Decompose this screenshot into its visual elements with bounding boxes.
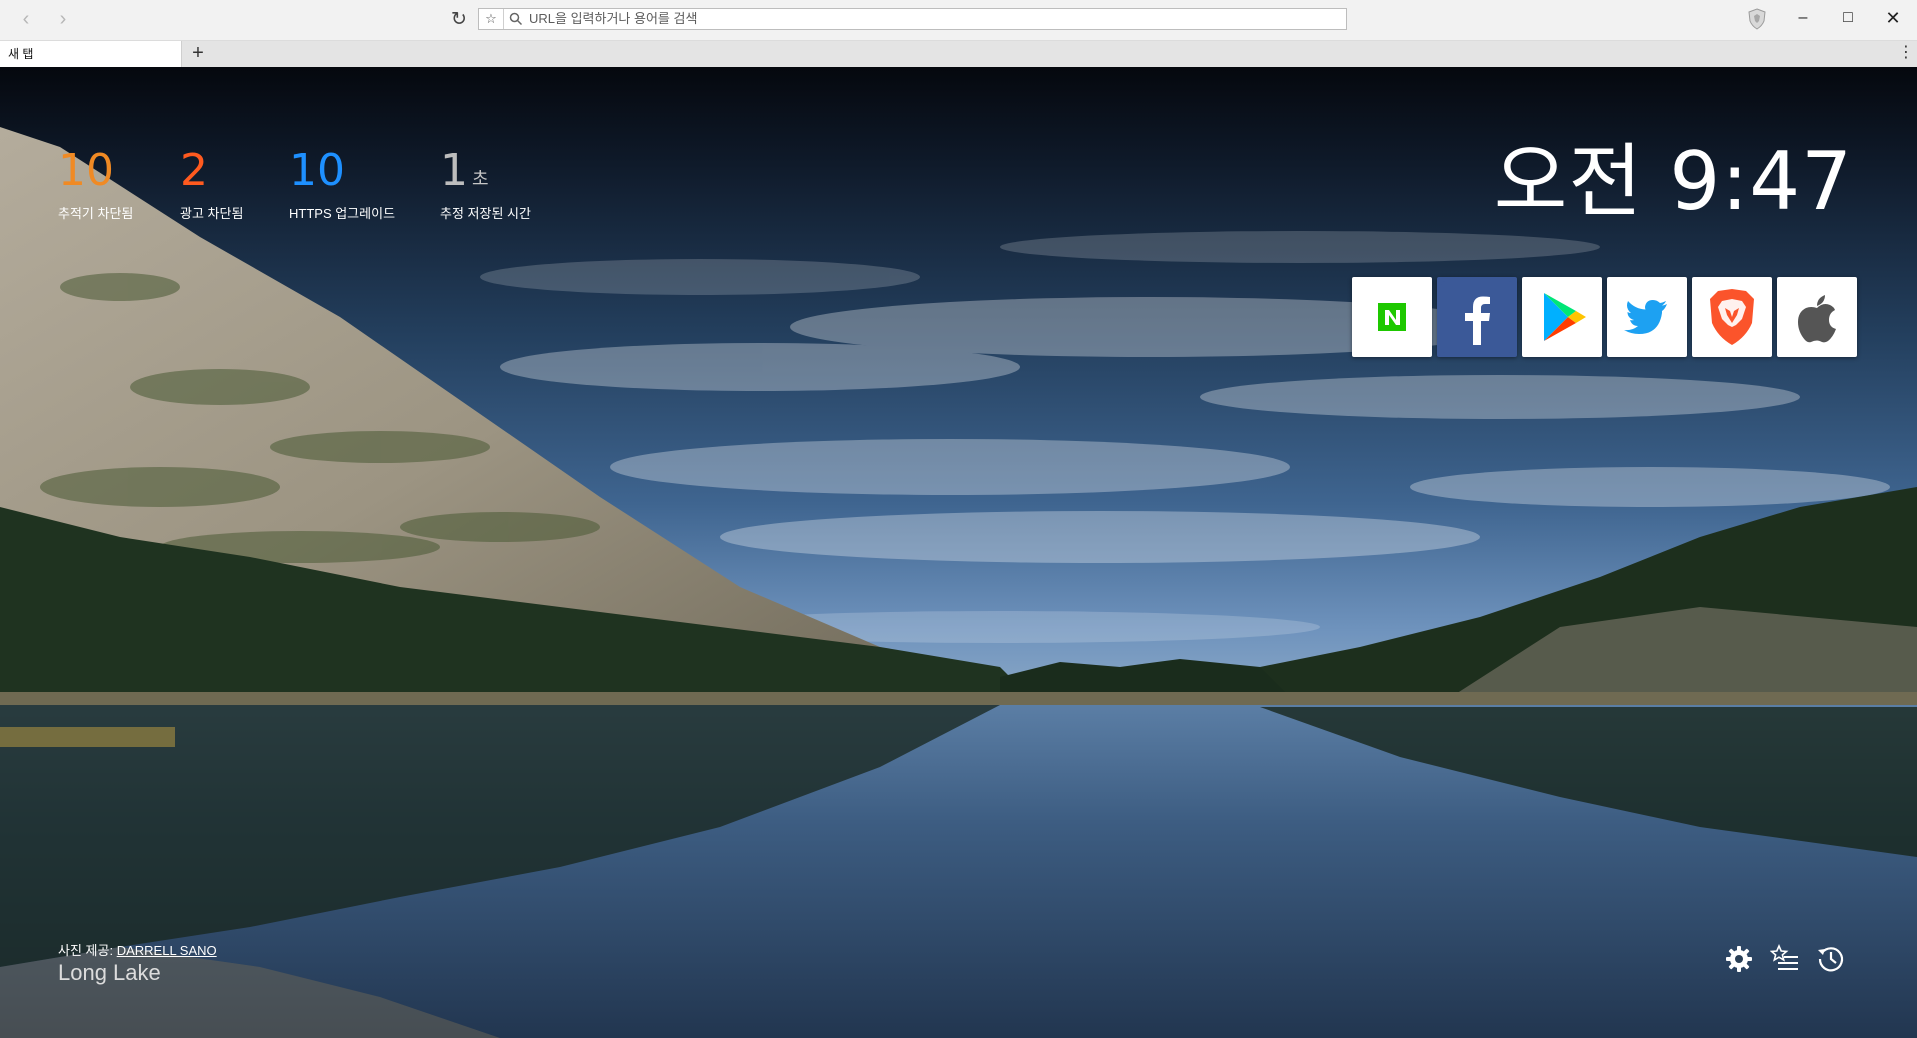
stat-https-upgrades: 10 HTTPS 업그레이드 bbox=[289, 149, 395, 222]
photo-location: Long Lake bbox=[58, 960, 161, 985]
maximize-icon[interactable]: □ bbox=[1833, 6, 1863, 30]
tab-strip: 새 탭 + ⋮ bbox=[0, 41, 1917, 68]
photo-credit-prefix: 사진 제공: bbox=[58, 943, 114, 958]
top-site-naver[interactable] bbox=[1352, 277, 1432, 357]
stat-value: 10 bbox=[58, 145, 114, 196]
apple-icon bbox=[1798, 295, 1836, 343]
search-icon bbox=[509, 12, 523, 26]
top-site-brave[interactable] bbox=[1692, 277, 1772, 357]
forward-icon[interactable]: › bbox=[52, 9, 74, 31]
back-icon[interactable]: ‹ bbox=[15, 9, 37, 31]
close-icon[interactable]: ✕ bbox=[1878, 6, 1908, 30]
stat-unit: 초 bbox=[472, 169, 489, 189]
photographer-link[interactable]: DARRELL SANO bbox=[117, 943, 217, 958]
bookmarks-icon[interactable] bbox=[1770, 944, 1800, 974]
star-icon[interactable]: ☆ bbox=[479, 9, 504, 29]
settings-gear-icon[interactable] bbox=[1724, 944, 1754, 974]
browser-toolbar: ‹ › ↻ ☆ URL을 입력하거나 용어를 검색 – □ ✕ bbox=[0, 0, 1917, 41]
address-bar[interactable]: ☆ URL을 입력하거나 용어를 검색 bbox=[478, 8, 1347, 30]
stat-trackers-blocked: 10 추적기 차단됨 bbox=[58, 149, 133, 222]
stat-value: 10 bbox=[289, 145, 345, 196]
stat-time-saved: 1초 추정 저장된 시간 bbox=[440, 149, 531, 222]
stat-label: 추정 저장된 시간 bbox=[440, 206, 531, 221]
brave-shield-icon[interactable] bbox=[1747, 8, 1767, 30]
clock: 오전 9:47 bbox=[1493, 135, 1853, 228]
tab-new-tab[interactable]: 새 탭 bbox=[0, 41, 182, 67]
google-play-icon bbox=[1544, 293, 1586, 341]
naver-icon bbox=[1378, 303, 1406, 331]
stat-label: 광고 차단됨 bbox=[180, 206, 244, 221]
twitter-icon bbox=[1624, 300, 1667, 334]
stat-label: HTTPS 업그레이드 bbox=[289, 206, 396, 221]
new-tab-page: 10 추적기 차단됨 2 광고 차단됨 10 HTTPS 업그레이드 1초 추정… bbox=[0, 67, 1917, 1038]
stat-value: 2 bbox=[180, 145, 208, 196]
stat-label: 추적기 차단됨 bbox=[58, 206, 134, 221]
top-site-apple[interactable] bbox=[1777, 277, 1857, 357]
stat-value: 1 bbox=[440, 145, 468, 196]
brave-lion-icon bbox=[1710, 289, 1754, 345]
reload-icon[interactable]: ↻ bbox=[448, 9, 470, 31]
facebook-icon bbox=[1441, 281, 1513, 353]
top-site-twitter[interactable] bbox=[1607, 277, 1687, 357]
address-bar-placeholder[interactable]: URL을 입력하거나 용어를 검색 bbox=[529, 9, 697, 29]
top-site-facebook[interactable] bbox=[1437, 277, 1517, 357]
minimize-icon[interactable]: – bbox=[1788, 6, 1818, 30]
history-icon[interactable] bbox=[1816, 944, 1846, 974]
stat-ads-blocked: 2 광고 차단됨 bbox=[180, 149, 243, 222]
photo-credit: 사진 제공: DARRELL SANO bbox=[58, 940, 217, 959]
top-site-google-play[interactable] bbox=[1522, 277, 1602, 357]
tab-menu-icon[interactable]: ⋮ bbox=[1898, 41, 1914, 67]
new-tab-button[interactable]: + bbox=[188, 41, 208, 67]
